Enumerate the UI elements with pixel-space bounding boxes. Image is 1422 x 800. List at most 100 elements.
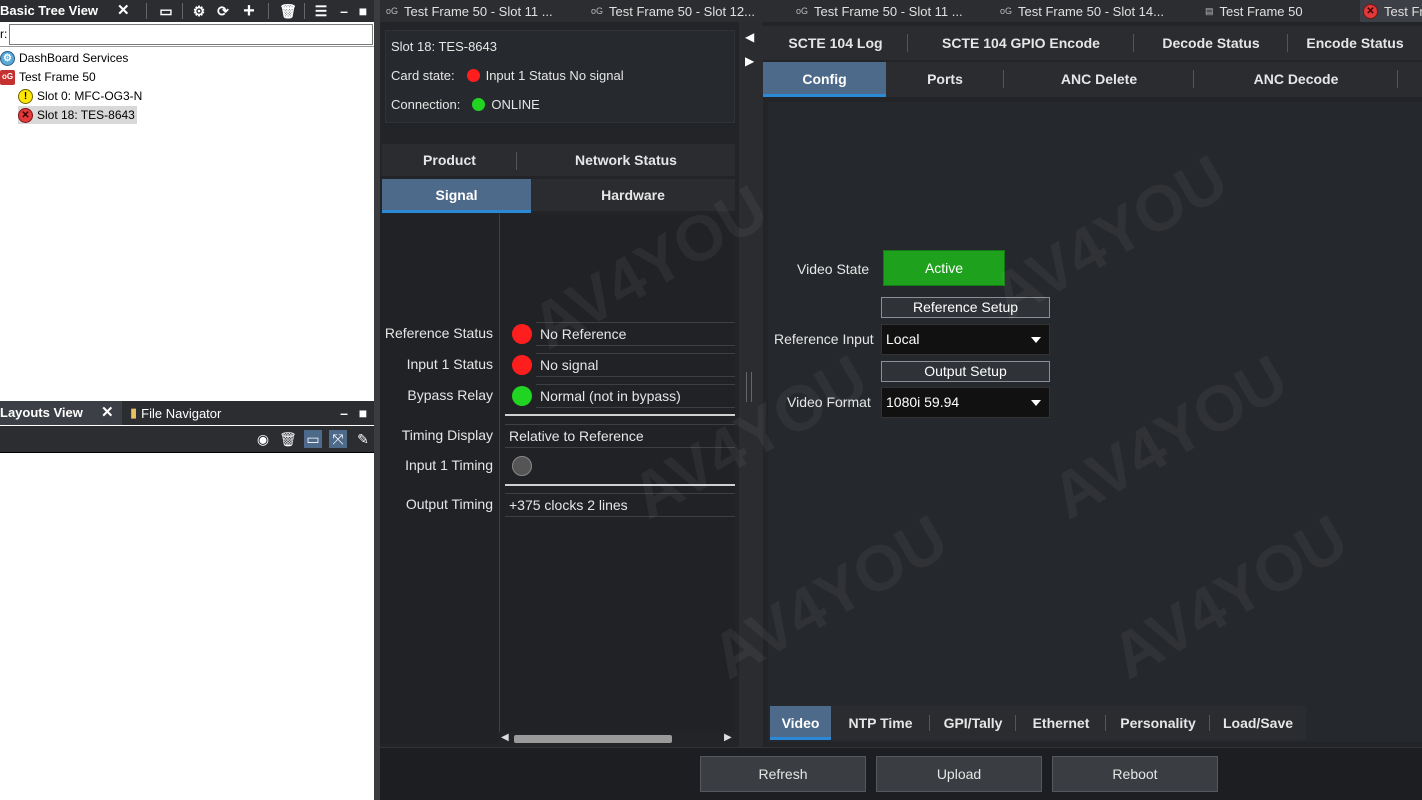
scroll-left-icon[interactable]: ◀	[501, 732, 509, 743]
tab-label: Load/Save	[1222, 715, 1294, 731]
slot-title: Slot 18: TES-8643	[391, 39, 497, 54]
video-format-label: Video Format	[787, 394, 871, 410]
card-state-indicator	[466, 69, 480, 82]
tree-item-slot-18[interactable]: ✕ Slot 18: TES-8643	[18, 106, 137, 124]
input1-status-label: Input 1 Status	[406, 356, 493, 372]
tree-item-dashboard-services[interactable]: ⚙ DashBoard Services	[0, 49, 128, 67]
tab-encode-status[interactable]: Encode Status	[1288, 26, 1422, 60]
close-icon[interactable]: ✕	[101, 403, 114, 421]
connection-label: Connection:	[391, 97, 461, 112]
tab-overflow[interactable]	[1398, 62, 1422, 97]
tab-video[interactable]: Video	[770, 706, 831, 740]
splitter-grip[interactable]	[746, 372, 752, 402]
scroll-thumb[interactable]	[514, 735, 672, 743]
toolbar-separator	[182, 3, 183, 19]
signal-content: Reference Status No Reference Input 1 St…	[380, 214, 735, 744]
tab-label: Ports	[927, 71, 963, 87]
upload-button[interactable]: Upload	[876, 756, 1042, 792]
tab-network-status[interactable]: Network Status	[517, 144, 735, 176]
collapse-left-icon[interactable]: ◀	[745, 30, 754, 44]
pin-icon[interactable]: ✎	[354, 430, 372, 448]
tab-label: Video	[781, 715, 820, 731]
tree-filter-input[interactable]	[9, 24, 373, 45]
refresh-icon[interactable]: ⟳	[214, 2, 232, 20]
folder-icon: ▮	[130, 405, 138, 420]
og-icon: oG	[386, 6, 399, 16]
tab-load-save[interactable]: Load/Save	[1210, 706, 1306, 740]
fit-icon[interactable]: ⤧	[329, 430, 347, 448]
tab-anc-delete[interactable]: ANC Delete	[1004, 62, 1194, 97]
tab-ethernet[interactable]: Ethernet	[1016, 706, 1106, 740]
horizontal-scrollbar[interactable]: ◀ ▶	[498, 732, 738, 746]
tab-config[interactable]: Config	[763, 62, 886, 97]
reference-input-select[interactable]: Local	[881, 324, 1050, 355]
doc-tab[interactable]: ▤ Test Frame 50	[1205, 0, 1303, 22]
reference-setup-button[interactable]: Reference Setup	[881, 297, 1050, 318]
tab-personality[interactable]: Personality	[1106, 706, 1210, 740]
close-icon[interactable]: ✕	[117, 1, 130, 19]
window-icon[interactable]: ▭	[304, 430, 322, 448]
refresh-button[interactable]: Refresh	[700, 756, 866, 792]
tree-item-label: Test Frame 50	[19, 70, 96, 84]
doc-tab-label: Test Frame 50 - Slot 12...	[609, 3, 755, 19]
tree-item-label: Slot 18: TES-8643	[37, 108, 135, 122]
tab-ports[interactable]: Ports	[886, 62, 1004, 97]
tab-file-navigator[interactable]: ▮ File Navigator	[130, 405, 221, 421]
maximize-icon[interactable]: ■	[354, 2, 372, 20]
left-panel: Basic Tree View ✕ ▭ ⚙ ⟳ + 🗑 ☰ – ■ r: ⚙ D…	[0, 0, 374, 800]
tab-signal[interactable]: Signal	[382, 179, 531, 213]
tab-scte104-gpio-encode[interactable]: SCTE 104 GPIO Encode	[908, 26, 1134, 60]
chevron-down-icon	[1031, 400, 1041, 406]
new-window-icon[interactable]: ▭	[157, 2, 175, 20]
add-icon[interactable]: +	[240, 1, 258, 21]
delete-icon[interactable]: 🗑	[279, 2, 297, 20]
tree-item-slot-0[interactable]: ! Slot 0: MFC-OG3-N	[18, 87, 142, 105]
scroll-right-icon[interactable]: ▶	[724, 732, 732, 743]
video-state-label: Video State	[797, 261, 870, 277]
layouts-titlebar: Layouts View ✕ ▮ File Navigator – ■	[0, 401, 374, 425]
frame-icon: oG	[0, 69, 15, 85]
camera-icon[interactable]: ◉	[254, 430, 272, 448]
doc-tab[interactable]: oG Test Frame 50 - Slot 14...	[1000, 0, 1164, 22]
filter-label: r:	[0, 27, 8, 41]
output-timing-label: Output Timing	[405, 496, 493, 512]
delete-icon[interactable]: 🗑	[279, 430, 297, 448]
config-content: Video State Active Reference Setup Refer…	[768, 102, 1422, 742]
doc-tab-label: Test Frame 50 - Slot 11 ...	[404, 3, 553, 19]
minimize-icon[interactable]: –	[335, 404, 353, 422]
maximize-icon[interactable]: ■	[354, 404, 372, 422]
tab-anc-decode[interactable]: ANC Decode	[1194, 62, 1398, 97]
doc-tab-active[interactable]: ✕ Test Fr	[1360, 0, 1422, 22]
timing-display-value: Relative to Reference	[505, 424, 735, 448]
doc-tab[interactable]: oG Test Frame 50 - Slot 11 ...	[796, 0, 963, 22]
tab-decode-status[interactable]: Decode Status	[1134, 26, 1288, 60]
reference-status-label: Reference Status	[384, 325, 493, 341]
tab-ntp-time[interactable]: NTP Time	[831, 706, 930, 740]
document-tab-bar: oG Test Frame 50 - Slot 11 ... oG Test F…	[380, 0, 1422, 22]
tab-hardware[interactable]: Hardware	[531, 179, 735, 211]
expand-right-icon[interactable]: ▶	[745, 54, 754, 68]
services-icon: ⚙	[0, 50, 15, 66]
file-navigator-title: File Navigator	[141, 405, 222, 421]
reference-status-value: No Reference	[536, 322, 735, 346]
tab-scte104-log[interactable]: SCTE 104 Log	[763, 26, 908, 60]
doc-tab[interactable]: oG Test Frame 50 - Slot 11 ...	[386, 0, 553, 22]
bypass-relay-value: Normal (not in bypass)	[536, 384, 735, 408]
doc-tab-label: Test Frame 50 - Slot 14...	[1018, 3, 1164, 19]
minimize-icon[interactable]: –	[335, 2, 353, 20]
pane-splitter[interactable]: ◀ ▶	[739, 22, 763, 747]
mid-tabs-row2: Signal Hardware	[382, 179, 735, 213]
doc-tab[interactable]: oG Test Frame 50 - Slot 12...	[591, 0, 755, 22]
video-format-select[interactable]: 1080i 59.94	[881, 387, 1050, 418]
tab-layouts-view[interactable]: Layouts View ✕	[0, 401, 122, 425]
tab-product[interactable]: Product	[382, 144, 517, 176]
bypass-relay-label: Bypass Relay	[407, 387, 493, 403]
output-setup-button[interactable]: Output Setup	[881, 361, 1050, 382]
slot-name: Slot 18: TES-8643	[391, 39, 497, 54]
discover-icon[interactable]: ⚙	[190, 2, 208, 20]
tree-item-test-frame[interactable]: oG Test Frame 50	[0, 68, 96, 86]
list-icon[interactable]: ☰	[312, 2, 330, 20]
tab-gpi-tally[interactable]: GPI/Tally	[930, 706, 1016, 740]
reboot-button[interactable]: Reboot	[1052, 756, 1218, 792]
reference-input-value: Local	[886, 331, 920, 347]
